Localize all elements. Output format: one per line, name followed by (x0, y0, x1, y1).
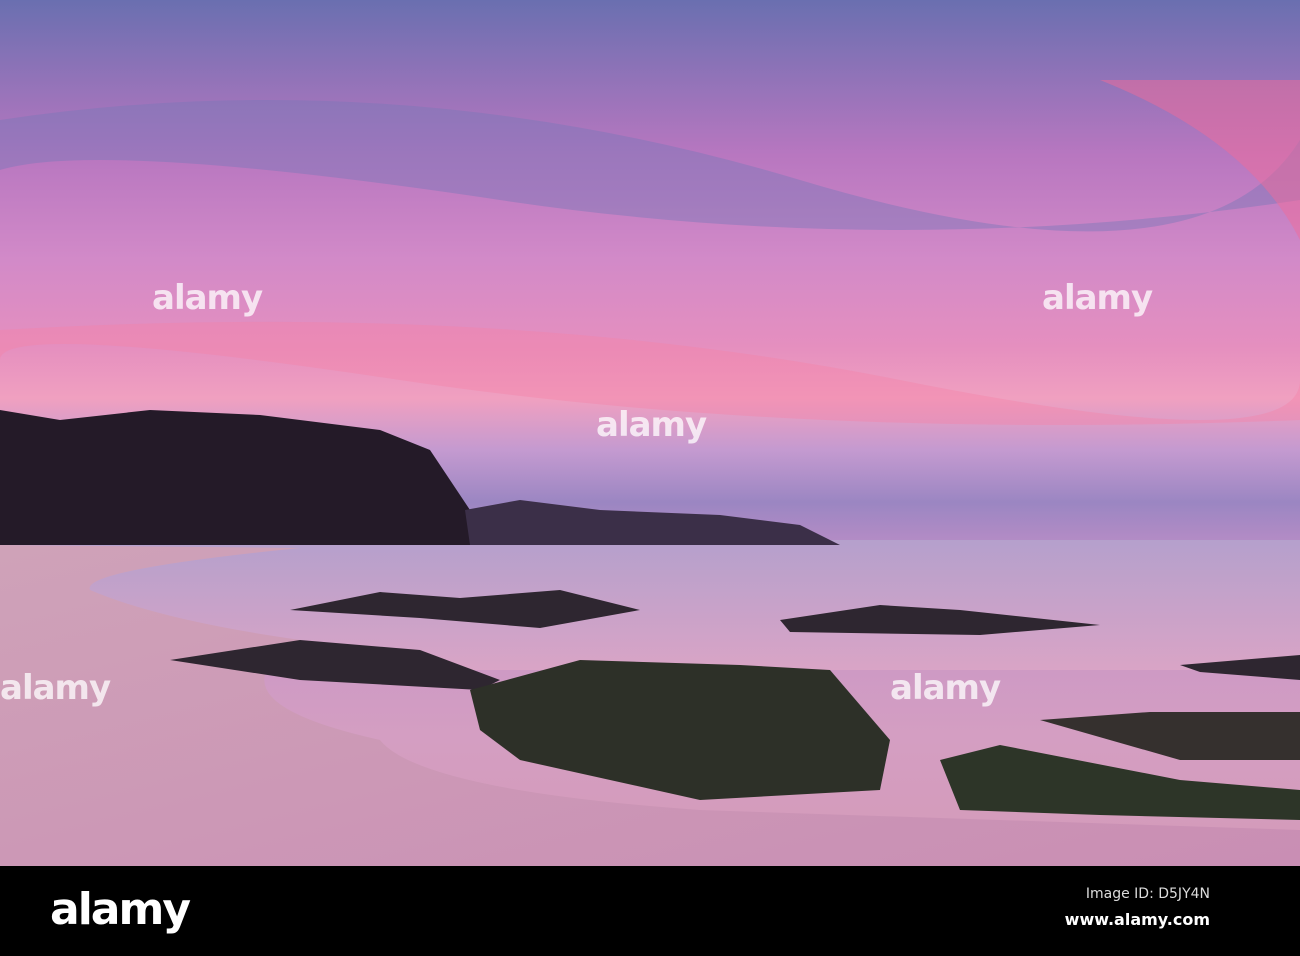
watermark: alamy (596, 405, 707, 445)
distant-headland (465, 500, 840, 545)
image-id: Image ID: D5JY4N (1085, 886, 1210, 902)
watermark: alamy (1042, 278, 1153, 318)
watermark: alamy (0, 668, 111, 708)
footer-bar: alamy Image ID: D5JY4N www.alamy.com (0, 866, 1300, 956)
website-link[interactable]: www.alamy.com (1065, 910, 1210, 929)
alamy-logo: alamy (50, 884, 191, 935)
cloud-streak (1100, 80, 1300, 240)
cloud-streak (0, 100, 1300, 232)
watermark: alamy (152, 278, 263, 318)
beach-sunset-photo: alamy alamy alamy alamy alamy (0, 0, 1300, 866)
headland (0, 410, 490, 545)
watermark: alamy (890, 668, 1001, 708)
